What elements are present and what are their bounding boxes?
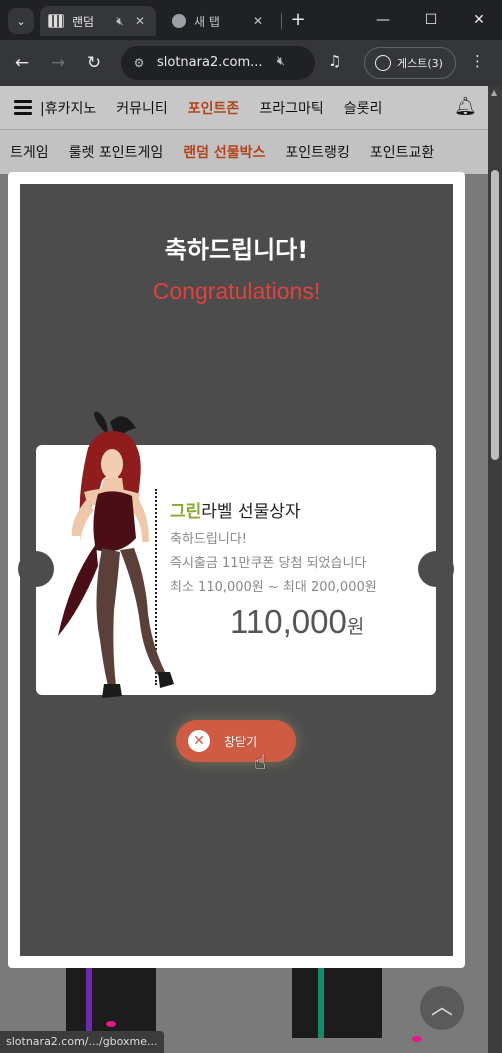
prize-line-1: 축하드립니다! bbox=[170, 532, 247, 547]
scrollbar-thumb[interactable] bbox=[491, 170, 499, 460]
nav-item[interactable]: |휴카지노 bbox=[40, 98, 96, 118]
prize-line-2: 즉시출금 11만쿠폰 당첨 되었습니다 bbox=[170, 556, 367, 571]
media-control-icon[interactable]: ♫ bbox=[328, 52, 341, 70]
page-scrollbar[interactable]: ▲ bbox=[488, 86, 502, 1053]
subnav-item[interactable]: 트게임 bbox=[10, 142, 49, 162]
tab-new[interactable]: 새 탭 ✕ bbox=[164, 6, 274, 36]
close-circle-icon: ✕ bbox=[188, 730, 210, 752]
subnav-item[interactable]: 포인트랭킹 bbox=[285, 142, 349, 162]
prize-title: 그린라벨 선물상자 bbox=[170, 497, 301, 522]
mute-icon[interactable]: 🔇︎ bbox=[271, 54, 291, 69]
prize-modal: 축하드립니다! Congratulations! 그린라벨 선물상자 축하드립니… bbox=[8, 172, 465, 968]
tab-muted-icon[interactable]: 🔇︎ bbox=[112, 14, 128, 29]
reload-icon[interactable]: ↻ bbox=[80, 49, 108, 77]
site-menu: |휴카지노 커뮤니티 포인트존 프라그마틱 슬롯리 bbox=[40, 86, 402, 130]
nav-item[interactable]: 커뮤니티 bbox=[116, 98, 168, 118]
tab-active[interactable]: 랜덤 🔇︎ ✕ bbox=[40, 6, 156, 36]
congrats-heading-en: Congratulations! bbox=[152, 278, 321, 304]
tab-close-icon[interactable]: ✕ bbox=[250, 14, 266, 28]
subnav-item[interactable]: 룰렛 포인트게임 bbox=[69, 142, 164, 162]
status-bar-url: slotnara2.com/.../gboxme... bbox=[0, 1031, 164, 1053]
decor-dot bbox=[412, 1036, 422, 1042]
profile-icon bbox=[375, 55, 391, 71]
close-modal-button[interactable]: ✕ 창닫기 bbox=[176, 720, 296, 762]
tab-search-button[interactable]: ⌄ bbox=[8, 8, 34, 34]
decor-dot bbox=[106, 1021, 116, 1027]
new-tab-button[interactable]: + bbox=[286, 8, 310, 32]
forward-icon[interactable]: → bbox=[44, 49, 72, 77]
profile-button[interactable]: 게스트(3) bbox=[364, 47, 456, 79]
address-url: slotnara2.com... bbox=[157, 55, 263, 70]
browser-toolbar: ← → ↻ ⚙ slotnara2.com... 🔇︎ ♫ 게스트(3) ⋮ bbox=[0, 40, 502, 86]
site-nav: |휴카지노 커뮤니티 포인트존 프라그마틱 슬롯리 🔔︎ bbox=[0, 86, 488, 130]
prize-amount-unit: 원 bbox=[346, 617, 365, 638]
close-button-label: 창닫기 bbox=[224, 734, 258, 749]
subnav-item[interactable]: 포인트교환 bbox=[370, 142, 434, 162]
modal-content: 축하드립니다! Congratulations! 그린라벨 선물상자 축하드립니… bbox=[18, 184, 454, 956]
tab-title: 랜덤 bbox=[72, 14, 95, 29]
tab-separator bbox=[281, 13, 282, 29]
back-icon[interactable]: ← bbox=[8, 49, 36, 77]
nav-item-active[interactable]: 포인트존 bbox=[188, 98, 240, 118]
hamburger-icon[interactable] bbox=[14, 100, 32, 116]
bell-icon[interactable]: 🔔︎ bbox=[454, 96, 477, 117]
prize-amount-value: 110,000 bbox=[230, 603, 347, 640]
prize-line-3: 최소 110,000원 ~ 최대 200,000원 bbox=[170, 580, 377, 595]
address-bar[interactable]: ⚙ slotnara2.com... 🔇︎ bbox=[121, 46, 315, 80]
page-viewport: |휴카지노 커뮤니티 포인트존 프라그마틱 슬롯리 🔔︎ 트게임 룰렛 포인트게… bbox=[0, 86, 488, 1053]
nav-item[interactable]: 슬롯리 bbox=[344, 98, 383, 118]
profile-label: 게스트(3) bbox=[397, 57, 443, 70]
tab-close-icon[interactable]: ✕ bbox=[132, 14, 148, 28]
globe-icon bbox=[172, 14, 186, 28]
site-favicon-icon bbox=[48, 14, 64, 28]
character-illustration bbox=[58, 411, 174, 698]
prize-amount: 110,000원 bbox=[230, 603, 364, 641]
ticket-notch-right bbox=[418, 551, 454, 587]
tab-title: 새 탭 bbox=[194, 14, 220, 29]
gift-box-green[interactable] bbox=[292, 968, 382, 1038]
tab-strip: ⌄ 랜덤 🔇︎ ✕ 새 탭 ✕ + — ☐ ✕ bbox=[0, 0, 502, 40]
site-settings-icon[interactable]: ⚙ bbox=[131, 55, 147, 71]
subnav-item-active[interactable]: 랜덤 선물박스 bbox=[183, 142, 265, 162]
gift-box-purple[interactable] bbox=[66, 968, 156, 1038]
scroll-up-icon[interactable]: ▲ bbox=[491, 88, 497, 97]
close-window-icon[interactable]: ✕ bbox=[462, 8, 496, 32]
prize-title-rest: 라벨 선물상자 bbox=[201, 502, 301, 522]
congrats-heading-ko: 축하드립니다! bbox=[164, 236, 309, 264]
hand-cursor-icon: ☝ bbox=[254, 750, 267, 774]
sub-nav: 트게임 룰렛 포인트게임 랜덤 선물박스 포인트랭킹 포인트교환 bbox=[0, 130, 488, 174]
minimize-icon[interactable]: — bbox=[366, 8, 400, 32]
nav-item[interactable]: 프라그마틱 bbox=[259, 98, 323, 118]
scroll-top-button[interactable]: ︿ bbox=[420, 986, 464, 1030]
maximize-icon[interactable]: ☐ bbox=[414, 8, 448, 32]
menu-kebab-icon[interactable]: ⋮ bbox=[470, 52, 485, 70]
